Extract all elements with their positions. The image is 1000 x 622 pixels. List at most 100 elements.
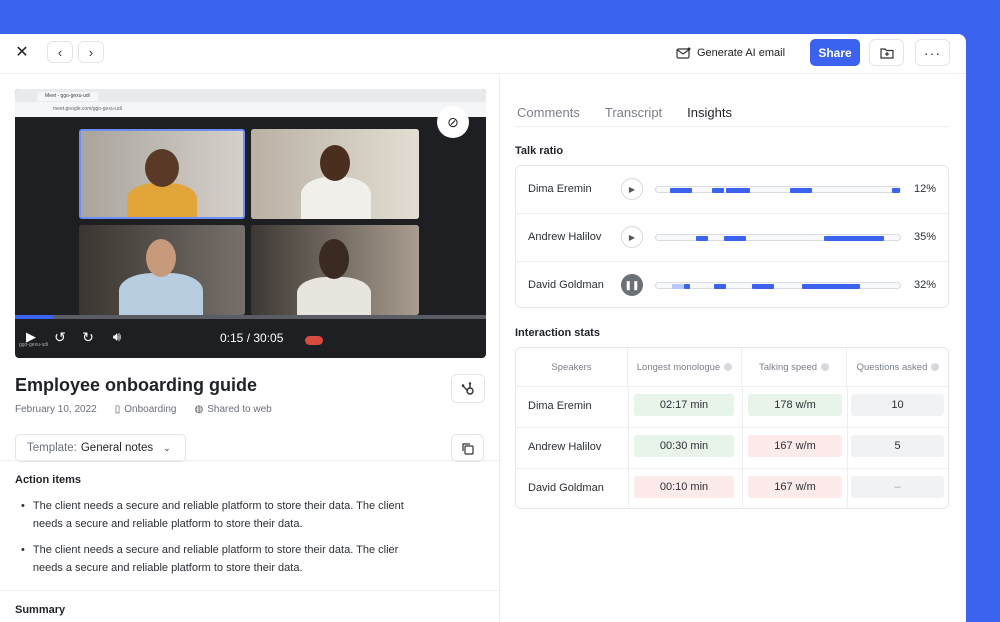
recorded-browser-tab: Meet - ggo-gexu-udi [37, 92, 98, 101]
speaker-name: Andrew Halilov [528, 441, 602, 453]
column-header-label: Talking speed [758, 361, 818, 373]
volume-icon: 🔊︎ [112, 329, 122, 344]
participant-tile [79, 129, 245, 219]
section-divider [0, 590, 499, 591]
section-divider [0, 460, 499, 461]
folder-add-icon [879, 47, 894, 59]
document-shared[interactable]: ◍ Shared to web [195, 404, 272, 415]
document-meta: February 10, 2022 ▯ Onboarding ◍ Shared to… [15, 404, 272, 415]
generate-ai-email-button[interactable]: Generate AI email [676, 43, 785, 63]
recorded-end-call-icon [305, 336, 323, 345]
video-time: 0:15 / 30:05 [220, 331, 284, 345]
mail-sparkle-icon [676, 47, 691, 59]
video-progress-bar[interactable] [15, 315, 486, 319]
video-player[interactable]: Meet - ggo-gexu-udi meet.google.com/ggo-… [15, 89, 486, 358]
recorded-browser-url: meet.google.com/ggo-gexu-udi [15, 102, 486, 117]
template-prefix: Template: [27, 442, 77, 454]
talk-timeline [655, 186, 901, 193]
column-header-talking-speed: Talking speed [742, 348, 847, 386]
forward-15-button[interactable]: ↻ [79, 328, 97, 346]
list-item: • The client needs a secure and reliable… [21, 498, 421, 533]
list-item: • The client needs a secure and reliable… [21, 542, 421, 577]
info-icon[interactable] [821, 363, 830, 371]
more-button[interactable]: ··· [915, 39, 950, 66]
tab-insights[interactable]: Insights [687, 105, 732, 120]
talk-percent: 32% [914, 279, 937, 291]
template-select[interactable]: Template: General notes ⌄ [15, 434, 186, 462]
row-divider [516, 386, 950, 387]
camera-off-button[interactable]: ⊘ [437, 106, 469, 138]
talk-segment-played [672, 284, 684, 289]
template-value: General notes [80, 442, 154, 454]
participant-tile [79, 225, 245, 315]
talk-segment [724, 236, 746, 241]
interaction-stats-heading: Interaction stats [515, 327, 600, 339]
close-icon[interactable]: ✕ [13, 43, 31, 61]
column-header-longest-monologue: Longest monologue [628, 348, 742, 386]
document-folder[interactable]: ▯ Onboarding [115, 404, 177, 415]
back-button[interactable]: ‹ [47, 41, 73, 63]
speaker-name: Andrew Halilov [528, 231, 602, 243]
hubspot-button[interactable] [451, 374, 485, 403]
speaker-name: David Goldman [528, 279, 604, 291]
app-window: ✕ ‹ › Generate AI email Share ··· Meet -… [0, 34, 966, 622]
talk-segment [712, 188, 724, 193]
play-speaker-button[interactable]: ▶ [621, 178, 643, 200]
talk-timeline [655, 282, 901, 289]
pause-speaker-button[interactable]: ❚❚ [621, 274, 643, 296]
volume-button[interactable]: 🔊︎ [107, 328, 127, 346]
video-progress-fill [15, 315, 53, 319]
talk-segment [802, 284, 860, 289]
share-button[interactable]: Share [810, 39, 860, 66]
column-header-label: Questions asked [856, 361, 928, 373]
forward-button[interactable]: › [78, 41, 104, 63]
document-folder-label: Onboarding [124, 404, 177, 415]
column-header-questions-asked: Questions asked [847, 348, 949, 386]
chevron-down-icon: ⌄ [163, 442, 171, 453]
action-items-heading: Action items [15, 474, 82, 486]
column-divider [847, 386, 848, 509]
info-icon[interactable] [724, 363, 733, 371]
play-icon: ▶ [628, 184, 636, 194]
talk-segment [714, 284, 726, 289]
speaker-name: Dima Eremin [528, 400, 592, 412]
column-header-speakers: Speakers [516, 348, 628, 386]
speaker-name: Dima Eremin [528, 183, 592, 195]
column-header-label: Speakers [551, 361, 592, 373]
monologue-value: 02:17 min [634, 394, 734, 416]
add-to-folder-button[interactable] [869, 39, 904, 66]
document-shared-label: Shared to web [207, 404, 272, 415]
talk-segment [892, 188, 900, 193]
talk-segment [684, 284, 690, 289]
chevron-left-icon: ‹ [57, 44, 63, 60]
play-icon: ▶ [628, 232, 636, 242]
copy-button[interactable] [451, 434, 484, 462]
talk-segment [752, 284, 774, 289]
pane-divider [499, 74, 500, 622]
speed-value: 178 w/m [748, 394, 842, 416]
rewind-15-button[interactable]: ↺ [51, 328, 69, 346]
questions-value: 10 [851, 394, 944, 416]
participant-tile [251, 225, 419, 315]
more-icon: ··· [924, 44, 941, 61]
copy-icon [462, 442, 474, 455]
info-icon[interactable] [931, 363, 940, 371]
row-divider [516, 468, 950, 469]
folder-icon: ▯ [114, 404, 121, 415]
tabs-underline [515, 126, 949, 127]
talk-percent: 12% [914, 183, 937, 195]
column-divider [742, 386, 743, 509]
tab-comments[interactable]: Comments [517, 105, 580, 120]
questions-value: 5 [851, 435, 944, 457]
top-toolbar: ✕ ‹ › Generate AI email Share ··· [0, 34, 966, 74]
tab-transcript[interactable]: Transcript [605, 105, 662, 120]
monologue-value: 00:30 min [634, 435, 734, 457]
interaction-stats-table: Speakers Longest monologue Talking speed… [515, 347, 950, 509]
pause-icon: ❚❚ [624, 279, 640, 290]
summary-heading: Summary [15, 604, 66, 616]
speed-value: 167 w/m [748, 435, 842, 457]
play-speaker-button[interactable]: ▶ [621, 226, 643, 248]
hubspot-icon [461, 381, 474, 395]
talk-ratio-card: Dima Eremin ▶ 12% Andrew Halilov ▶ 35% D… [515, 165, 950, 308]
talk-segment [670, 188, 692, 193]
